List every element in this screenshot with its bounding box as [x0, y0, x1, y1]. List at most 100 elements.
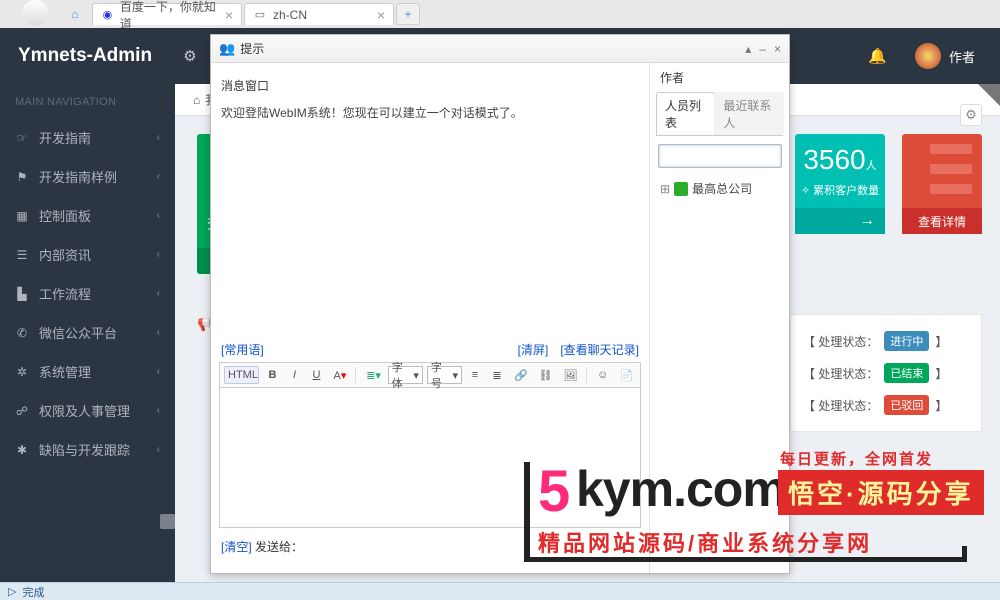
- sidebar-item-samples[interactable]: ⚑开发指南样例‹: [0, 157, 175, 196]
- sidebar-item-permissions[interactable]: ☍ 权限及人事管理 ‹: [0, 391, 175, 430]
- clear-input-link[interactable]: [清空]: [221, 540, 252, 554]
- status-badge[interactable]: 进行中: [884, 331, 929, 351]
- user-menu[interactable]: 作者: [915, 43, 975, 69]
- stat-sub: ✧ 累积客户数量: [795, 182, 885, 198]
- bug-icon: ✱: [15, 443, 29, 457]
- unlink-button[interactable]: ⛓: [535, 366, 556, 385]
- align-center-button[interactable]: ≣: [488, 366, 506, 385]
- image-button[interactable]: 🖼: [559, 366, 580, 385]
- tab-people-list[interactable]: 人员列表: [656, 92, 715, 135]
- users-icon: ☍: [15, 404, 29, 418]
- browser-tab-2[interactable]: ▭ zh-CN ×: [244, 3, 394, 25]
- org-icon: [674, 182, 688, 196]
- collapse-icon[interactable]: ▴: [745, 42, 751, 56]
- browser-tab-1[interactable]: ◉ 百度一下，你就知道 ×: [92, 3, 242, 25]
- panel-gear-button[interactable]: ⚙: [960, 104, 982, 126]
- chevron-left-icon: ‹: [157, 132, 160, 143]
- emoji-button[interactable]: ☺: [593, 366, 611, 384]
- users-icon: 👥: [219, 41, 235, 57]
- card-footer-link[interactable]: →: [795, 208, 885, 234]
- font-family-select[interactable]: 字体▾: [388, 366, 423, 384]
- close-icon[interactable]: ×: [774, 42, 781, 56]
- browser-tabstrip: ⌂ ◉ 百度一下，你就知道 × ▭ zh-CN × +: [0, 0, 1000, 28]
- status-row: 【 处理状态：进行中】: [803, 325, 969, 357]
- modal-title: 提示: [240, 40, 264, 57]
- minimize-icon[interactable]: –: [759, 42, 766, 56]
- play-icon[interactable]: ▷: [8, 585, 16, 598]
- sidebar-item-wechat[interactable]: ✆微信公众平台‹: [0, 313, 175, 352]
- sidebar-item-label: 微信公众平台: [39, 323, 117, 342]
- modal-side-panel: 作者 人员列表 最近联系人 ⊞ 最高总公司: [649, 63, 789, 573]
- attach-button[interactable]: 📄: [615, 366, 636, 385]
- corner-fold-icon[interactable]: [978, 84, 1000, 106]
- italic-button[interactable]: I: [285, 366, 303, 384]
- chevron-left-icon: ‹: [157, 171, 160, 182]
- status-badge[interactable]: 已驳回: [884, 395, 929, 415]
- separator: [586, 367, 587, 383]
- home-tab-icon[interactable]: ⌂: [60, 3, 90, 25]
- view-history-link[interactable]: [查看聊天记录]: [560, 341, 639, 358]
- hand-icon: ☞: [15, 131, 29, 145]
- sidebar-item-workflow[interactable]: ▙工作流程‹: [0, 274, 175, 313]
- new-tab-button[interactable]: +: [396, 3, 420, 25]
- common-phrases-link[interactable]: [常用语]: [221, 341, 264, 358]
- close-icon[interactable]: ×: [377, 7, 385, 23]
- wechat-icon: ✆: [15, 326, 29, 340]
- sidebar-item-guide[interactable]: ☞ 开发指南 ‹: [0, 118, 175, 157]
- modal-titlebar[interactable]: 👥 提示 ▴ – ×: [211, 35, 789, 63]
- send-row: [清空] 发送给：: [211, 534, 649, 559]
- chevron-left-icon: ‹: [157, 444, 160, 455]
- scrollbar-thumb[interactable]: [160, 514, 175, 529]
- chevron-left-icon: ‹: [157, 288, 160, 299]
- align-left-button[interactable]: ≡: [466, 366, 484, 384]
- underline-button[interactable]: U: [307, 366, 325, 384]
- sidebar-item-label: 工作流程: [39, 284, 91, 303]
- chevron-left-icon: ‹: [157, 405, 160, 416]
- sidebar-item-label: 开发指南: [39, 128, 91, 147]
- grid-icon: ▦: [15, 209, 29, 223]
- welcome-message: 欢迎登陆WebIM系统！您现在可以建立一个对话模式了。: [221, 104, 639, 131]
- sidebar-item-bugs[interactable]: ✱ 缺陷与开发跟踪 ‹: [0, 430, 175, 469]
- card-footer-link[interactable]: 查看详情: [902, 208, 982, 234]
- clear-screen-link[interactable]: [清屏]: [518, 341, 549, 358]
- tab-recent-contacts[interactable]: 最近联系人: [714, 92, 784, 135]
- sidebar-item-label: 系统管理: [39, 362, 91, 381]
- browser-statusbar: ▷ 完成: [0, 582, 1000, 600]
- sidebar-item-news[interactable]: ☰内部资讯‹: [0, 235, 175, 274]
- status-badge[interactable]: 已结束: [884, 363, 929, 383]
- font-color-button[interactable]: A▾: [329, 366, 349, 385]
- bell-icon[interactable]: 🔔: [868, 47, 887, 65]
- contact-search-input[interactable]: [658, 144, 782, 168]
- editor-toolbar: HTML B I U A▾ ≣▾ 字体▾ 字号▾ ≡ ≣ 🔗 ⛓ 🖼 ☺ 📄: [219, 362, 641, 388]
- chevron-left-icon: ‹: [157, 366, 160, 377]
- tab-2-title: zh-CN: [273, 8, 307, 22]
- status-label: 【 处理状态：: [803, 333, 878, 350]
- settings-gear-icon[interactable]: ⚙: [175, 28, 205, 84]
- expand-icon[interactable]: ⊞: [660, 182, 670, 196]
- org-root-label: 最高总公司: [692, 180, 752, 197]
- list-button[interactable]: ≣▾: [362, 366, 384, 385]
- chevron-down-icon: ▾: [452, 369, 458, 382]
- status-text: 完成: [22, 584, 44, 600]
- select-label: 字号: [431, 359, 451, 391]
- stat-number: 3560: [803, 144, 865, 175]
- sidebar-item-label: 内部资讯: [39, 245, 91, 264]
- sidebar-item-label: 开发指南样例: [39, 167, 117, 186]
- org-tree-root[interactable]: ⊞ 最高总公司: [650, 176, 789, 201]
- status-end: 】: [935, 397, 947, 414]
- baidu-favicon-icon: ◉: [101, 8, 114, 22]
- html-button[interactable]: HTML: [224, 366, 259, 384]
- close-icon[interactable]: ×: [225, 7, 233, 23]
- profile-avatar-icon[interactable]: [22, 0, 48, 26]
- bold-button[interactable]: B: [263, 366, 281, 384]
- status-row: 【 处理状态：已驳回】: [803, 389, 969, 421]
- message-editor[interactable]: [219, 388, 641, 528]
- sidebar-item-system[interactable]: ✲系统管理‹: [0, 352, 175, 391]
- font-size-select[interactable]: 字号▾: [427, 366, 462, 384]
- sidebar-item-dashboard[interactable]: ▦控制面板‹: [0, 196, 175, 235]
- bar-line: [930, 164, 972, 174]
- sidebar-item-label: 缺陷与开发跟踪: [39, 440, 130, 459]
- home-icon: ⌂: [193, 93, 200, 107]
- sidebar-item-label: 权限及人事管理: [39, 401, 130, 420]
- link-button[interactable]: 🔗: [510, 366, 531, 385]
